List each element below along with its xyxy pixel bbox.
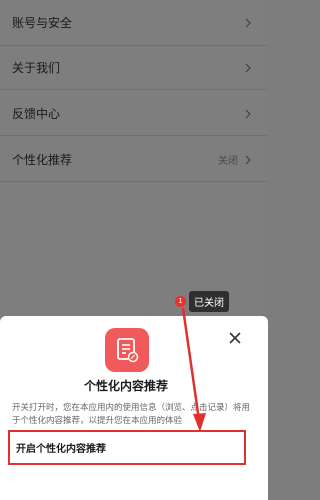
settings-item-label: 个性化推荐 — [12, 153, 73, 167]
settings-item-value: 关闭 — [218, 156, 238, 167]
chevron-right-icon — [244, 154, 252, 166]
step-badge: 1 — [175, 296, 186, 307]
close-icon[interactable] — [228, 330, 242, 344]
settings-list: 账号与安全 关于我们 反馈中心 个性化推荐 关闭 — [0, 0, 268, 320]
settings-item-account-security[interactable]: 账号与安全 — [0, 0, 268, 46]
sheet-title: 个性化内容推荐 — [83, 379, 168, 393]
document-edit-icon — [105, 328, 149, 372]
enable-recommendation-row[interactable]: 开启个性化内容推荐 — [8, 430, 246, 465]
settings-item-feedback[interactable]: 反馈中心 — [0, 92, 268, 136]
chevron-right-icon — [244, 17, 252, 29]
bottom-sheet: 个性化内容推荐 开关打开时，您在本应用内的使用信息（浏览、点击记录）将用于个性化… — [0, 316, 268, 500]
settings-item-about-us[interactable]: 关于我们 — [0, 46, 268, 90]
enable-recommendation-label: 开启个性化内容推荐 — [16, 444, 106, 455]
chevron-right-icon — [244, 108, 252, 120]
settings-item-label: 反馈中心 — [12, 107, 61, 121]
sheet-description: 开关打开时，您在本应用内的使用信息（浏览、点击记录）将用于个性化内容推荐，以提升… — [12, 403, 251, 426]
settings-item-label: 关于我们 — [12, 61, 61, 75]
chevron-right-icon — [244, 62, 252, 74]
settings-item-personalized-recommendation[interactable]: 个性化推荐 关闭 — [0, 138, 268, 182]
status-toast: 1 已关闭 — [175, 291, 237, 312]
toast-message: 已关闭 — [189, 291, 229, 312]
settings-item-label: 账号与安全 — [12, 16, 73, 30]
